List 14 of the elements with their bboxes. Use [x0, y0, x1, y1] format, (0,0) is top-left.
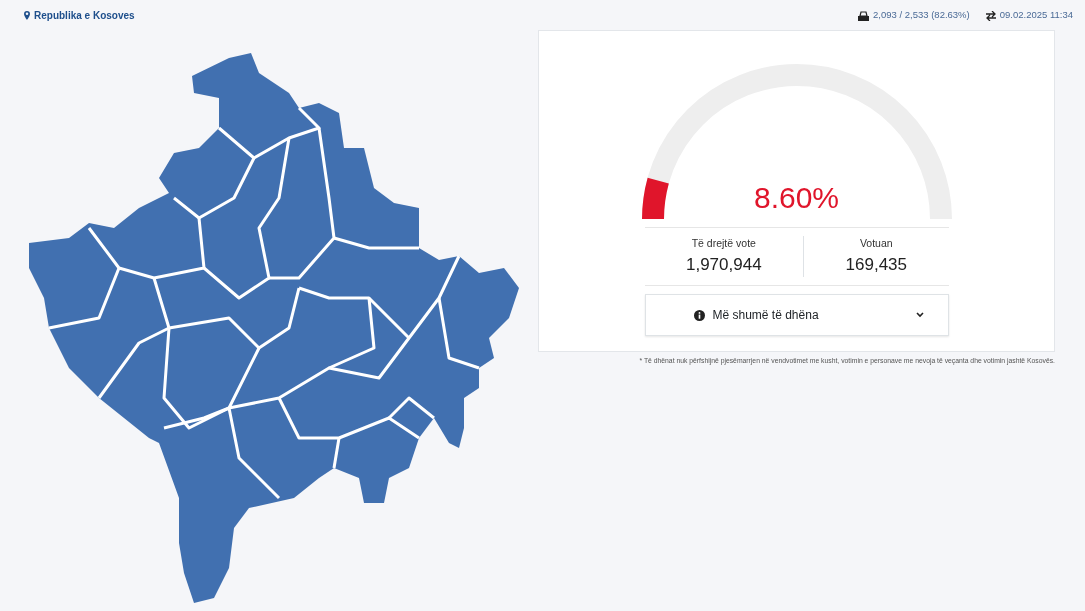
location-link[interactable]: Republika e Kosoves	[34, 8, 135, 23]
ballot-box-icon	[858, 10, 870, 21]
chevron-icon	[915, 312, 924, 319]
stat-label: Të drejtë vote	[691, 236, 756, 251]
stat-value: 169,435	[845, 253, 907, 276]
map-pin-icon	[24, 11, 30, 20]
stat-label: Votuan	[859, 236, 893, 251]
turnout-percentage: 8.60%	[752, 180, 841, 216]
more-data-button[interactable]: Më shumë të dhëna	[644, 294, 949, 337]
stat-value: 1,970,944	[685, 253, 762, 276]
stations-count: 2,093 / 2,533 (82.63%)	[873, 8, 970, 23]
update-time: 09.02.2025 11:34	[999, 8, 1073, 23]
info-icon	[693, 309, 705, 321]
swap-icon	[985, 10, 996, 21]
